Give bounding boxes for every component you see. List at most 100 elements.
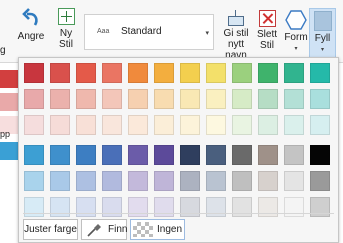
color-swatch[interactable] [232, 197, 252, 217]
color-swatch[interactable] [128, 63, 148, 83]
undo-button[interactable]: Angre [16, 8, 46, 42]
ribbon-edge-letter: g [0, 45, 6, 56]
color-swatch[interactable] [102, 171, 122, 191]
color-swatch[interactable] [232, 115, 252, 135]
color-swatch[interactable] [180, 145, 200, 165]
color-swatch[interactable] [128, 115, 148, 135]
color-swatch[interactable] [232, 63, 252, 83]
color-swatch[interactable] [154, 89, 174, 109]
new-style-button[interactable]: Ny Stil [53, 6, 79, 50]
color-swatch[interactable] [154, 145, 174, 165]
delete-style-button[interactable]: Slett Stil [256, 10, 278, 51]
plus-icon [57, 8, 75, 25]
color-swatch[interactable] [76, 145, 96, 165]
color-swatch[interactable] [310, 89, 330, 109]
color-swatch[interactable] [206, 197, 226, 217]
color-swatch[interactable] [232, 145, 252, 165]
color-swatch[interactable] [154, 171, 174, 191]
style-gallery-dropdown[interactable]: Aaa Standard ▾ [84, 14, 214, 50]
color-swatch[interactable] [24, 145, 44, 165]
color-swatch[interactable] [50, 171, 70, 191]
color-swatch[interactable] [154, 63, 174, 83]
color-swatch[interactable] [284, 145, 304, 165]
color-swatch[interactable] [50, 145, 70, 165]
color-swatch[interactable] [180, 63, 200, 83]
rename-style-button[interactable]: Gi stil nytt navn [220, 10, 252, 61]
fill-color-palette-popup: Juster farge Finn Ingen [18, 57, 339, 243]
color-swatch[interactable] [232, 171, 252, 191]
color-swatch[interactable] [50, 197, 70, 217]
chevron-down-icon: ▾ [320, 47, 324, 53]
style-gallery-value: Standard [121, 26, 162, 37]
color-swatch[interactable] [310, 145, 330, 165]
color-swatch[interactable] [128, 197, 148, 217]
color-swatch[interactable] [284, 171, 304, 191]
color-swatch[interactable] [284, 89, 304, 109]
color-swatch[interactable] [76, 63, 96, 83]
color-swatch[interactable] [102, 145, 122, 165]
new-style-label-1: Ny [59, 28, 73, 39]
color-swatch[interactable] [50, 115, 70, 135]
color-swatch[interactable] [24, 89, 44, 109]
fill-label: Fyll [314, 33, 331, 44]
color-swatch[interactable] [128, 171, 148, 191]
color-swatch[interactable] [24, 63, 44, 83]
color-swatch[interactable] [102, 89, 122, 109]
color-swatch[interactable] [50, 89, 70, 109]
color-swatch[interactable] [258, 115, 278, 135]
color-swatch[interactable] [232, 89, 252, 109]
rename-style-label-1: Gi stil [223, 28, 249, 39]
background-canvas-edge: pp [0, 63, 18, 243]
color-swatch[interactable] [128, 145, 148, 165]
color-swatch[interactable] [206, 89, 226, 109]
color-swatch[interactable] [180, 89, 200, 109]
new-style-label-2: Stil [59, 39, 73, 50]
transparent-icon [133, 222, 153, 237]
ribbon-toolbar: g Angre Ny Stil Aaa Standard ▾ Gi stil n… [0, 0, 343, 63]
color-swatch[interactable] [310, 197, 330, 217]
color-swatch[interactable] [180, 197, 200, 217]
color-swatch[interactable] [258, 197, 278, 217]
color-swatch[interactable] [102, 115, 122, 135]
color-swatch[interactable] [50, 63, 70, 83]
adjust-color-button[interactable]: Juster farge [23, 219, 78, 240]
undo-label: Angre [17, 31, 45, 42]
color-swatch[interactable] [102, 63, 122, 83]
background-swatch [0, 93, 18, 111]
color-swatch[interactable] [24, 197, 44, 217]
color-swatch[interactable] [76, 89, 96, 109]
no-fill-button[interactable]: Ingen [130, 219, 185, 240]
color-swatch[interactable] [258, 145, 278, 165]
color-swatch[interactable] [284, 63, 304, 83]
shape-button[interactable]: Form ▾ [284, 10, 308, 55]
color-swatch[interactable] [206, 145, 226, 165]
color-swatch[interactable] [258, 171, 278, 191]
color-swatch[interactable] [76, 115, 96, 135]
color-swatch[interactable] [310, 171, 330, 191]
color-swatch[interactable] [206, 171, 226, 191]
color-swatch[interactable] [310, 63, 330, 83]
hexagon-icon [285, 10, 307, 30]
color-swatch[interactable] [258, 63, 278, 83]
color-swatch[interactable] [180, 115, 200, 135]
color-swatch[interactable] [76, 171, 96, 191]
color-swatch[interactable] [24, 115, 44, 135]
color-swatch[interactable] [180, 171, 200, 191]
color-swatch[interactable] [102, 197, 122, 217]
find-color-button[interactable]: Finn [81, 219, 127, 240]
color-swatch[interactable] [154, 197, 174, 217]
color-swatch[interactable] [24, 171, 44, 191]
color-swatch[interactable] [284, 115, 304, 135]
color-swatch[interactable] [284, 197, 304, 217]
color-swatch[interactable] [206, 63, 226, 83]
color-swatch[interactable] [258, 89, 278, 109]
fill-button[interactable]: Fyll ▾ [309, 8, 336, 60]
color-swatch[interactable] [154, 115, 174, 135]
color-swatch[interactable] [128, 89, 148, 109]
delete-icon [258, 10, 276, 27]
no-fill-label: Ingen [157, 224, 183, 235]
color-swatch[interactable] [310, 115, 330, 135]
color-swatch[interactable] [206, 115, 226, 135]
separator [23, 213, 334, 214]
color-swatch[interactable] [76, 197, 96, 217]
